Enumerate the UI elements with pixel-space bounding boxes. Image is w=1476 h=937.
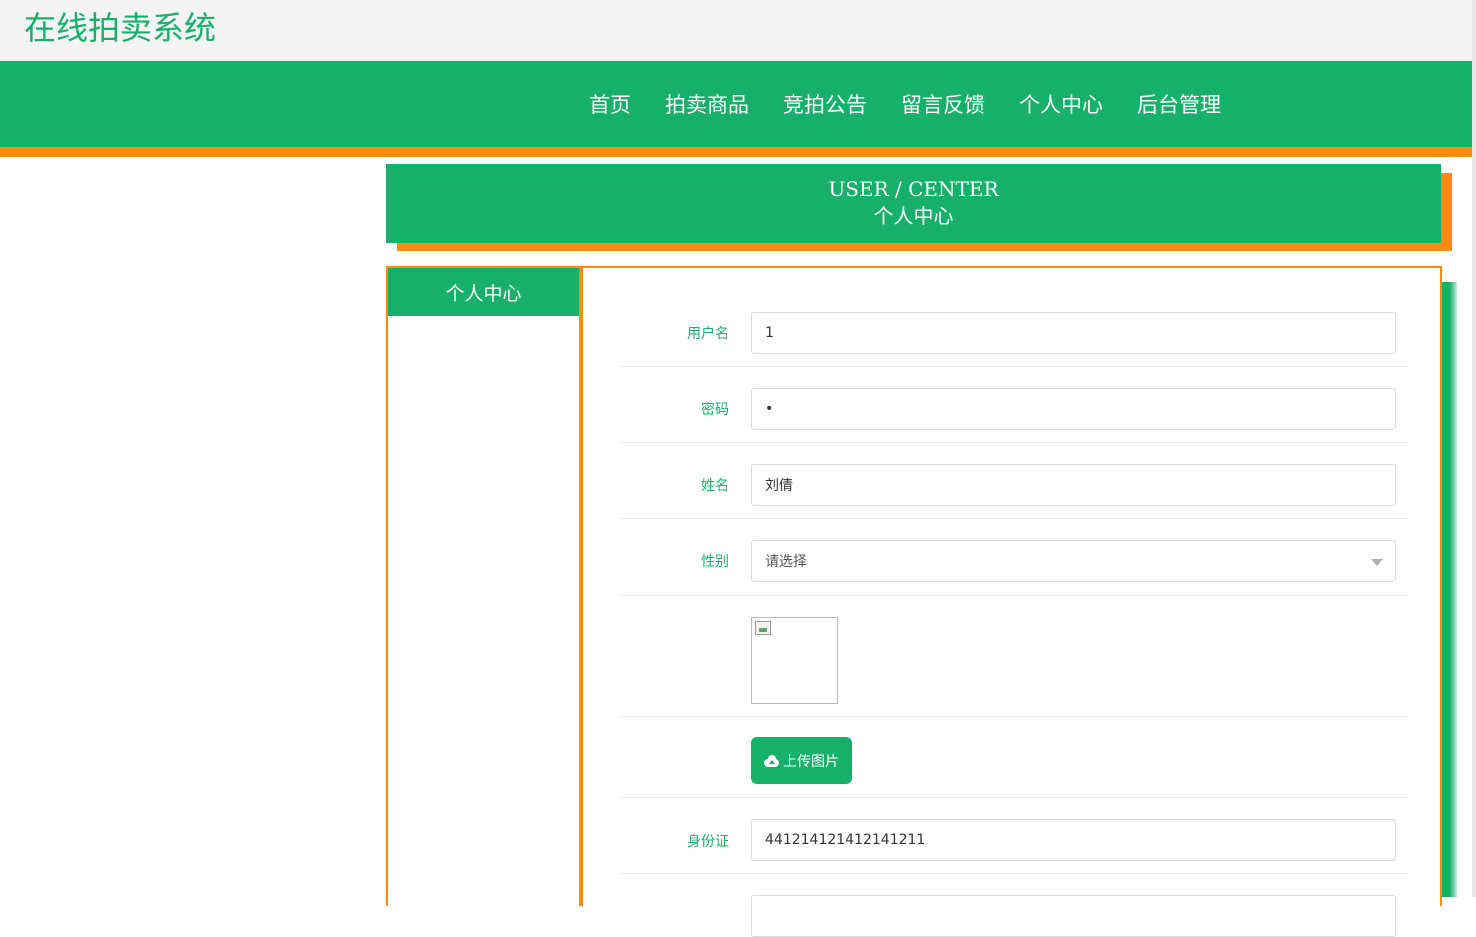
form-panel-shadow [1441,282,1457,897]
form-row-password: 密码 • [618,366,1409,443]
form-row-name: 姓名 刘倩 [618,442,1409,519]
upload-button-label: 上传图片 [783,753,839,770]
top-header: 在线拍卖系统 [0,0,1472,61]
upload-image-button[interactable]: 上传图片 [751,737,852,784]
gender-select[interactable]: 请选择 [751,540,1396,582]
gender-selected-value: 请选择 [765,554,807,570]
chevron-down-icon [1371,559,1383,566]
sidebar-item-user-center[interactable]: 个人中心 [388,268,579,316]
broken-image-icon [755,621,771,635]
nav-item-feedback[interactable]: 留言反馈 [884,89,1002,119]
cloud-upload-icon [764,754,780,767]
username-value: 1 [765,325,774,341]
user-form-panel: 用户名 1 密码 • 姓名 刘倩 性别 请选择 上传图片 身份证 4412141… [581,266,1442,937]
form-row-gender: 性别 请选择 [618,518,1409,596]
nav-item-home[interactable]: 首页 [572,89,648,119]
password-input[interactable]: • [751,388,1396,430]
page-banner: USER / CENTER 个人中心 [386,164,1441,243]
form-row-avatar [618,595,1409,717]
main-nav: 首页 拍卖商品 竞拍公告 留言反馈 个人中心 后台管理 [572,61,1238,147]
form-row-next [618,873,1409,937]
nav-item-auction-goods[interactable]: 拍卖商品 [648,89,766,119]
username-input[interactable]: 1 [751,312,1396,354]
id-card-label: 身份证 [687,834,729,850]
password-label: 密码 [701,402,729,418]
id-card-value: 441214121412141211 [765,832,926,848]
nav-item-admin[interactable]: 后台管理 [1120,89,1238,119]
site-title: 在线拍卖系统 [24,9,217,47]
nav-item-bid-notices[interactable]: 竞拍公告 [766,89,884,119]
next-field-input[interactable] [751,895,1396,937]
scrollbar-track[interactable] [1472,0,1476,897]
gender-label: 性别 [701,554,729,570]
form-row-username: 用户名 1 [618,300,1409,367]
password-value: • [765,401,774,417]
username-label: 用户名 [687,326,729,342]
sidebar: 个人中心 [386,266,581,906]
name-input[interactable]: 刘倩 [751,464,1396,506]
nav-accent-stripe [0,147,1472,157]
nav-item-user-center[interactable]: 个人中心 [1002,89,1120,119]
name-value: 刘倩 [765,478,793,494]
avatar-image [751,617,838,704]
banner-title-cn: 个人中心 [873,204,954,228]
banner-title-en: USER / CENTER [828,177,999,201]
form-row-id-card: 身份证 441214121412141211 [618,797,1409,874]
id-card-input[interactable]: 441214121412141211 [751,819,1396,861]
form-row-upload: 上传图片 [618,716,1409,798]
name-label: 姓名 [701,478,729,494]
